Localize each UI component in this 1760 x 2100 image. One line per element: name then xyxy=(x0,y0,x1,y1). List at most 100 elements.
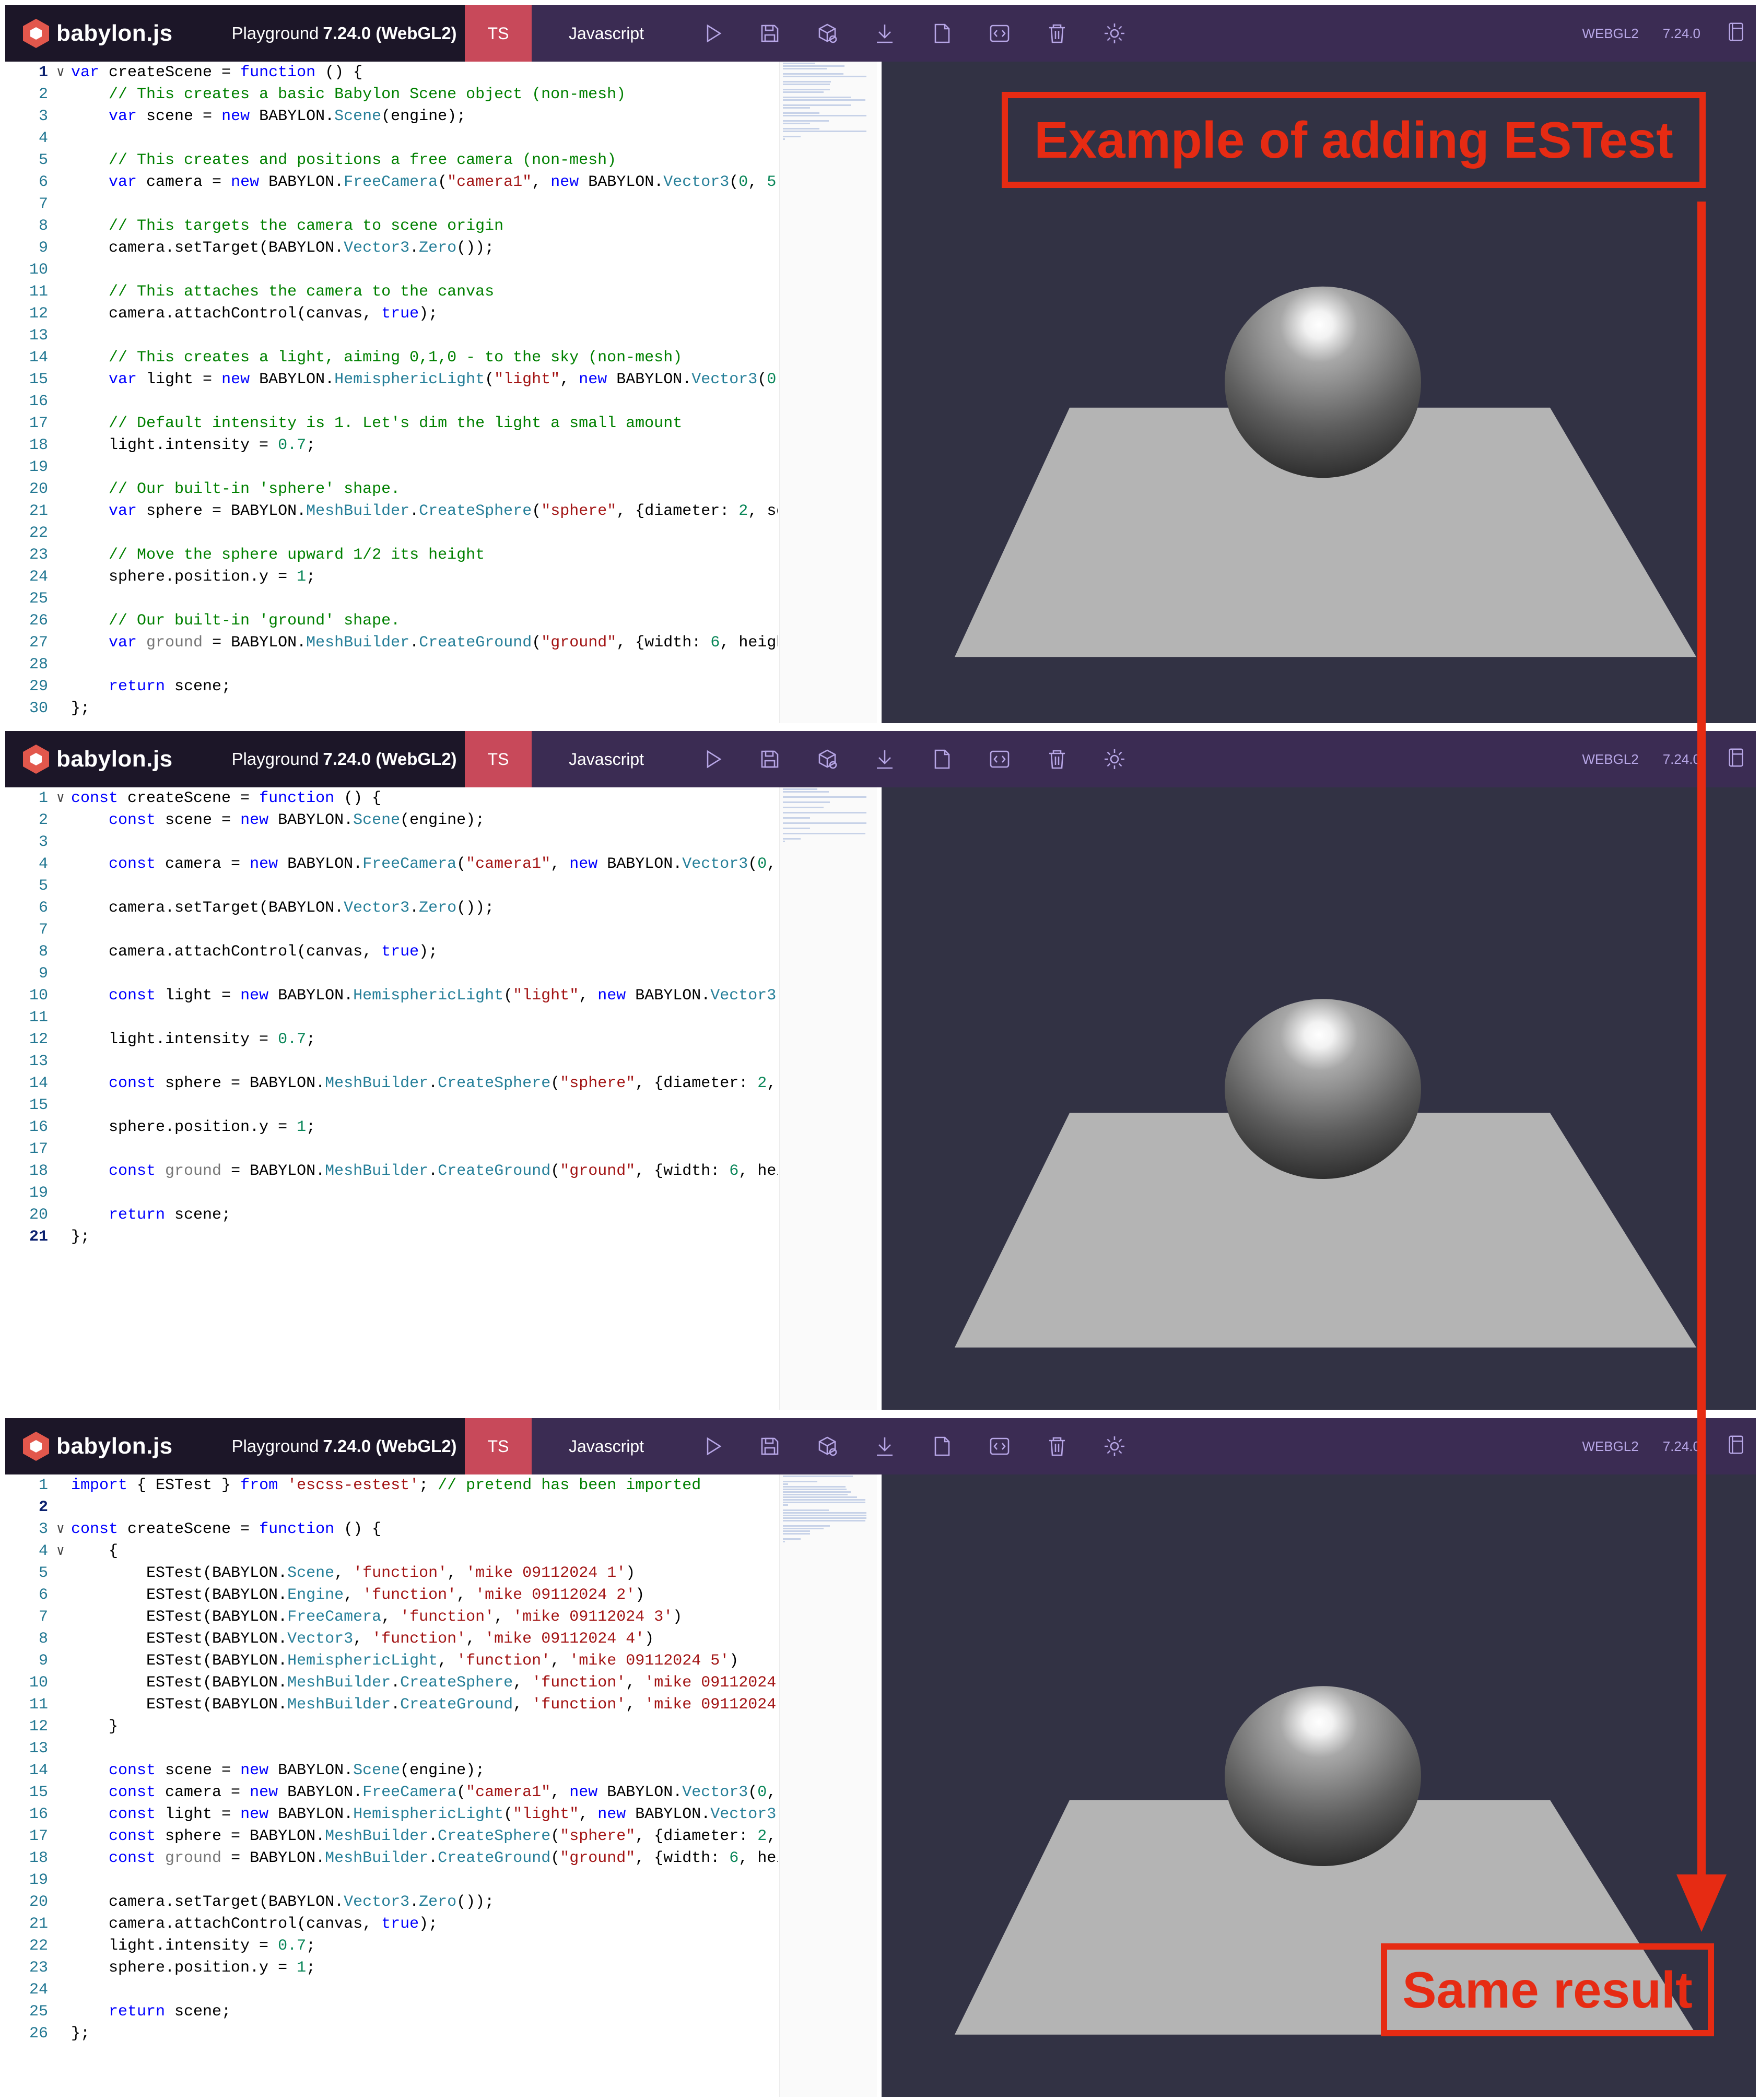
code-line[interactable]: 15 const camera = new BABYLON.FreeCamera… xyxy=(5,1782,778,1803)
code-line[interactable]: 2 // This creates a basic Babylon Scene … xyxy=(5,84,778,105)
fold-chevron-icon[interactable]: ∨ xyxy=(56,787,65,809)
code-line[interactable]: 1 ∨ const createScene = function () { xyxy=(5,787,778,809)
format-code-icon[interactable] xyxy=(984,1431,1015,1462)
code-line[interactable]: 8 camera.attachControl(canvas, true); xyxy=(5,941,778,963)
render-viewport[interactable] xyxy=(882,787,1756,1410)
code-line[interactable]: 2 const scene = new BABYLON.Scene(engine… xyxy=(5,809,778,831)
code-line[interactable]: 7 xyxy=(5,193,778,215)
code-line[interactable]: 12 camera.attachControl(canvas, true); xyxy=(5,303,778,325)
code-line[interactable]: 14 const scene = new BABYLON.Scene(engin… xyxy=(5,1760,778,1782)
code-line[interactable]: 13 xyxy=(5,325,778,347)
code-line[interactable]: 4 xyxy=(5,127,778,149)
code-line[interactable]: 22 light.intensity = 0.7; xyxy=(5,1935,778,1957)
code-line[interactable]: 18 const ground = BABYLON.MeshBuilder.Cr… xyxy=(5,1160,778,1182)
engine-select[interactable]: WEBGL2 xyxy=(1582,751,1638,768)
code-line[interactable]: 17 // Default intensity is 1. Let's dim … xyxy=(5,412,778,434)
code-line[interactable]: 17 xyxy=(5,1138,778,1160)
format-code-icon[interactable] xyxy=(984,18,1015,49)
clear-icon[interactable] xyxy=(1041,744,1073,775)
download-icon[interactable] xyxy=(869,1431,900,1462)
fold-chevron-icon[interactable]: ∨ xyxy=(56,1518,65,1540)
code-line[interactable]: 14 const sphere = BABYLON.MeshBuilder.Cr… xyxy=(5,1072,778,1094)
code-line[interactable]: 23 // Move the sphere upward 1/2 its hei… xyxy=(5,544,778,566)
code-line[interactable]: 6 camera.setTarget(BABYLON.Vector3.Zero(… xyxy=(5,897,778,919)
save-icon[interactable] xyxy=(754,744,785,775)
editor-minimap[interactable] xyxy=(779,1474,877,2097)
tab-javascript[interactable]: Javascript xyxy=(532,5,681,62)
code-line[interactable]: 2 xyxy=(5,1496,778,1518)
code-line[interactable]: 9 ESTest(BABYLON.HemisphericLight, 'func… xyxy=(5,1650,778,1672)
code-line[interactable]: 3 ∨ const createScene = function () { xyxy=(5,1518,778,1540)
code-line[interactable]: 7 ESTest(BABYLON.FreeCamera, 'function',… xyxy=(5,1606,778,1628)
new-file-icon[interactable] xyxy=(926,18,958,49)
format-code-icon[interactable] xyxy=(984,744,1015,775)
code-line[interactable]: 9 camera.setTarget(BABYLON.Vector3.Zero(… xyxy=(5,237,778,259)
editor-minimap[interactable] xyxy=(779,787,877,1410)
code-line[interactable]: 12 } xyxy=(5,1716,778,1738)
code-line[interactable]: 16 const light = new BABYLON.Hemispheric… xyxy=(5,1803,778,1825)
code-line[interactable]: 19 xyxy=(5,1182,778,1204)
fold-chevron-icon[interactable]: ∨ xyxy=(56,62,65,84)
inspector-icon[interactable] xyxy=(812,744,843,775)
clear-icon[interactable] xyxy=(1041,1431,1073,1462)
settings-icon[interactable] xyxy=(1099,744,1130,775)
code-editor[interactable]: 1 ∨ const createScene = function () {2 con… xyxy=(5,787,877,1410)
code-line[interactable]: 5 ESTest(BABYLON.Scene, 'function', 'mik… xyxy=(5,1562,778,1584)
code-line[interactable]: 30}; xyxy=(5,698,778,719)
code-line[interactable]: 22 xyxy=(5,522,778,544)
settings-icon[interactable] xyxy=(1099,18,1130,49)
code-line[interactable]: 26}; xyxy=(5,2023,778,2045)
inspector-icon[interactable] xyxy=(812,18,843,49)
examples-icon[interactable] xyxy=(1724,1433,1747,1460)
inspector-icon[interactable] xyxy=(812,1431,843,1462)
code-line[interactable]: 15 xyxy=(5,1094,778,1116)
code-line[interactable]: 19 xyxy=(5,1869,778,1891)
tab-typescript[interactable]: TS xyxy=(465,731,532,787)
clear-icon[interactable] xyxy=(1041,18,1073,49)
code-line[interactable]: 23 sphere.position.y = 1; xyxy=(5,1957,778,1979)
code-line[interactable]: 7 xyxy=(5,919,778,941)
code-line[interactable]: 21 var sphere = BABYLON.MeshBuilder.Crea… xyxy=(5,500,778,522)
code-line[interactable]: 20 camera.setTarget(BABYLON.Vector3.Zero… xyxy=(5,1891,778,1913)
code-line[interactable]: 16 sphere.position.y = 1; xyxy=(5,1116,778,1138)
code-line[interactable]: 18 const ground = BABYLON.MeshBuilder.Cr… xyxy=(5,1847,778,1869)
settings-icon[interactable] xyxy=(1099,1431,1130,1462)
code-line[interactable]: 19 xyxy=(5,456,778,478)
code-line[interactable]: 1 ∨ var createScene = function () { xyxy=(5,62,778,84)
brand-logo[interactable]: babylon.js xyxy=(5,5,224,62)
code-line[interactable]: 28 xyxy=(5,654,778,676)
fold-chevron-icon[interactable]: ∨ xyxy=(56,1540,65,1562)
examples-icon[interactable] xyxy=(1724,746,1747,773)
code-line[interactable]: 9 xyxy=(5,963,778,985)
new-file-icon[interactable] xyxy=(926,1431,958,1462)
save-icon[interactable] xyxy=(754,1431,785,1462)
code-line[interactable]: 24 xyxy=(5,1979,778,2001)
code-line[interactable]: 21 camera.attachControl(canvas, true); xyxy=(5,1913,778,1935)
tab-javascript[interactable]: Javascript xyxy=(532,1418,681,1474)
code-line[interactable]: 15 var light = new BABYLON.HemisphericLi… xyxy=(5,369,778,391)
code-line[interactable]: 12 light.intensity = 0.7; xyxy=(5,1029,778,1051)
code-line[interactable]: 6 ESTest(BABYLON.Engine, 'function', 'mi… xyxy=(5,1584,778,1606)
run-icon[interactable] xyxy=(697,1431,728,1462)
code-line[interactable]: 18 light.intensity = 0.7; xyxy=(5,434,778,456)
brand-logo[interactable]: babylon.js xyxy=(5,1418,224,1474)
code-line[interactable]: 8 ESTest(BABYLON.Vector3, 'function', 'm… xyxy=(5,1628,778,1650)
code-line[interactable]: 16 xyxy=(5,391,778,412)
code-line[interactable]: 1 import { ESTest } from 'escss-estest'; … xyxy=(5,1474,778,1496)
code-line[interactable]: 6 var camera = new BABYLON.FreeCamera("c… xyxy=(5,171,778,193)
code-line[interactable]: 5 // This creates and positions a free c… xyxy=(5,149,778,171)
code-line[interactable]: 4 const camera = new BABYLON.FreeCamera(… xyxy=(5,853,778,875)
examples-icon[interactable] xyxy=(1724,20,1747,47)
version-select[interactable]: 7.24.0 xyxy=(1663,751,1700,768)
code-line[interactable]: 8 // This targets the camera to scene or… xyxy=(5,215,778,237)
tab-typescript[interactable]: TS xyxy=(465,5,532,62)
code-line[interactable]: 13 xyxy=(5,1738,778,1760)
code-line[interactable]: 26 // Our built-in 'ground' shape. xyxy=(5,610,778,632)
engine-select[interactable]: WEBGL2 xyxy=(1582,26,1638,42)
version-select[interactable]: 7.24.0 xyxy=(1663,26,1700,42)
version-select[interactable]: 7.24.0 xyxy=(1663,1438,1700,1455)
code-line[interactable]: 10 const light = new BABYLON.Hemispheric… xyxy=(5,985,778,1007)
download-icon[interactable] xyxy=(869,18,900,49)
tab-typescript[interactable]: TS xyxy=(465,1418,532,1474)
code-line[interactable]: 3 xyxy=(5,831,778,853)
